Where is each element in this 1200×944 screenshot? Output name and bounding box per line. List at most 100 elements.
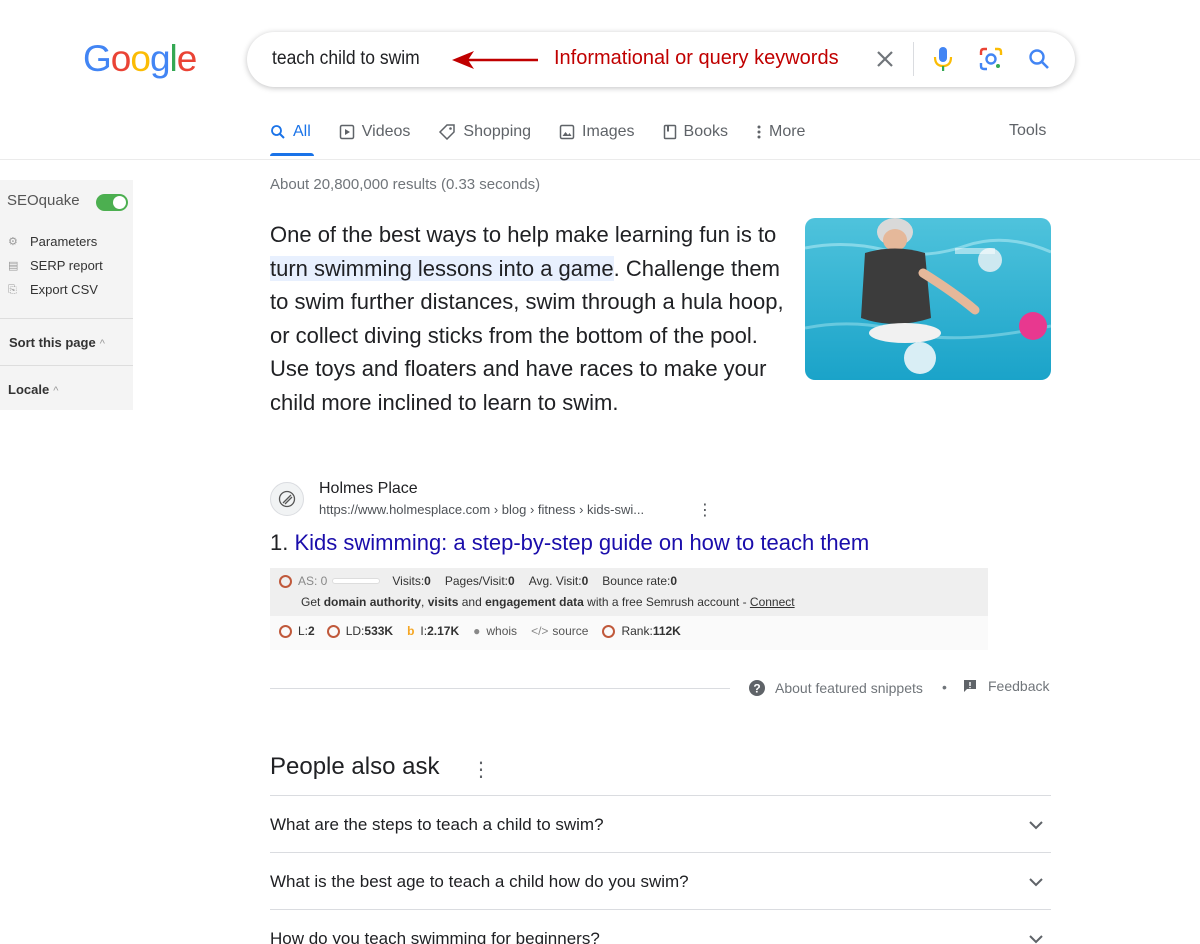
footer-dot: • [942, 679, 947, 695]
google-logo[interactable]: Google [83, 38, 197, 80]
more-vert-icon[interactable]: ⋮ [697, 500, 713, 520]
tab-label: Shopping [463, 123, 532, 140]
search-icon[interactable] [1027, 47, 1051, 71]
visits-value: 0 [424, 574, 431, 588]
about-featured-snippets[interactable]: ? About featured snippets [748, 679, 923, 697]
result-link[interactable]: Kids swimming: a step-by-step guide on h… [294, 530, 869, 555]
site-url[interactable]: https://www.holmesplace.com › blog › fit… [319, 502, 644, 517]
seoquake-item-label: Export CSV [30, 282, 98, 297]
promo-bold: visits [427, 595, 459, 609]
site-favicon[interactable] [270, 482, 304, 516]
seoquake-metrics-row: AS: 0 Visits: 0 Pages/Visit: 0 Avg. Visi… [279, 574, 677, 588]
people-also-ask-title: People also ask [270, 753, 440, 780]
tab-label: Books [683, 123, 728, 140]
search-icon [271, 125, 285, 139]
seoquake-title: SEOquake [7, 192, 80, 209]
seoquake-toggle[interactable] [96, 194, 128, 211]
promo-text: Get [301, 595, 321, 609]
pages-label: Pages/Visit: [444, 574, 508, 588]
l-label[interactable]: L: [298, 624, 308, 638]
result-number: 1. [270, 530, 289, 555]
rank-label[interactable]: Rank: [621, 624, 652, 638]
locale-label: Locale [8, 382, 50, 397]
i-label[interactable]: I: [420, 624, 427, 638]
about-label: About featured snippets [775, 680, 923, 696]
snippet-text: One of the best ways to help make learni… [270, 222, 777, 247]
seoquake-locale[interactable]: Locale ^ [8, 382, 58, 397]
source-link[interactable]: source [552, 624, 588, 638]
logo-letter: G [83, 38, 112, 79]
google-lens-icon[interactable] [978, 46, 1004, 72]
seoquake-export-csv[interactable]: ⎘ Export CSV [8, 282, 98, 297]
tab-books[interactable]: Books [663, 120, 728, 144]
person-icon: ● [473, 624, 481, 638]
seoquake-item-label: SERP report [30, 258, 103, 273]
tools-button[interactable]: Tools [1009, 122, 1046, 140]
i-value[interactable]: 2.17K [427, 624, 459, 638]
paa-question-text: What are the steps to teach a child to s… [270, 814, 604, 834]
rank-value[interactable]: 112K [653, 624, 681, 638]
keyword-annotation: Informational or query keywords [554, 47, 839, 69]
more-vert-icon[interactable]: ⋮ [471, 757, 491, 782]
seoquake-separator [0, 318, 133, 319]
whois-link[interactable]: whois [486, 624, 517, 638]
ld-value[interactable]: 533K [364, 624, 393, 638]
pages-value: 0 [508, 574, 515, 588]
logo-letter: o [110, 38, 132, 79]
tab-all[interactable]: All [270, 120, 311, 144]
rank-circle-icon [602, 624, 616, 638]
as-circle-icon [279, 574, 292, 588]
tab-more[interactable]: More [756, 120, 805, 144]
paa-question[interactable]: What is the best age to teach a child ho… [270, 852, 1051, 910]
close-icon[interactable] [873, 47, 897, 71]
caret-up-icon: ^ [53, 385, 59, 397]
logo-letter: l [169, 38, 178, 79]
microphone-icon[interactable] [931, 45, 955, 73]
tag-icon [439, 124, 456, 140]
as-progress-bar [332, 578, 381, 584]
active-tab-indicator [270, 153, 314, 156]
paa-question[interactable]: How do you teach swimming for beginners? [270, 909, 1051, 944]
l-value[interactable]: 2 [308, 624, 315, 638]
swimming-lesson-image[interactable] [805, 218, 1051, 380]
site-name[interactable]: Holmes Place [319, 480, 418, 498]
ld-circle-icon [326, 624, 340, 638]
as-label: AS: 0 [298, 574, 328, 588]
paa-question-text: How do you teach swimming for beginners? [270, 928, 600, 944]
tab-label: All [293, 123, 311, 140]
promo-text: , [421, 595, 425, 609]
feedback-icon [964, 680, 976, 692]
ld-label[interactable]: LD: [346, 624, 365, 638]
paa-question[interactable]: What are the steps to teach a child to s… [270, 795, 1051, 853]
annotation-arrow-icon [452, 51, 538, 69]
tab-images[interactable]: Images [559, 120, 635, 144]
visits-label: Visits: [392, 574, 425, 588]
tab-shopping[interactable]: Shopping [438, 120, 531, 144]
links-circle-icon [279, 624, 292, 638]
bounce-label: Bounce rate: [602, 574, 671, 588]
tab-label: Images [582, 123, 635, 140]
seoquake-links-row: L: 2 LD: 533K b I: 2.17K ● whois </> sou… [279, 624, 681, 638]
holmes-place-logo-icon [278, 490, 296, 508]
tab-label: More [768, 123, 806, 140]
more-vert-icon [757, 125, 761, 139]
featured-snippet-text: One of the best ways to help make learni… [270, 218, 790, 419]
book-icon [663, 124, 676, 140]
tab-label: Videos [361, 123, 411, 140]
image-icon [559, 124, 575, 140]
seoquake-parameters[interactable]: ⚙ Parameters [8, 234, 97, 249]
feedback-button[interactable]: Feedback [962, 678, 1049, 694]
gear-icon: ⚙ [8, 235, 18, 248]
tab-videos[interactable]: Videos [339, 120, 411, 144]
sort-label: Sort this page [9, 335, 96, 350]
seoquake-serp-report[interactable]: ▤ SERP report [8, 258, 103, 273]
promo-text: with a free Semrush account - [587, 595, 747, 609]
seoquake-sort-page[interactable]: Sort this page ^ [9, 335, 105, 350]
connect-link[interactable]: Connect [750, 595, 795, 609]
search-divider [913, 42, 914, 76]
search-input[interactable]: teach child to swim [272, 48, 420, 70]
logo-letter: o [130, 38, 151, 79]
video-icon [339, 124, 355, 140]
seoquake-item-label: Parameters [30, 234, 98, 249]
result-title: 1. Kids swimming: a step-by-step guide o… [270, 530, 869, 556]
